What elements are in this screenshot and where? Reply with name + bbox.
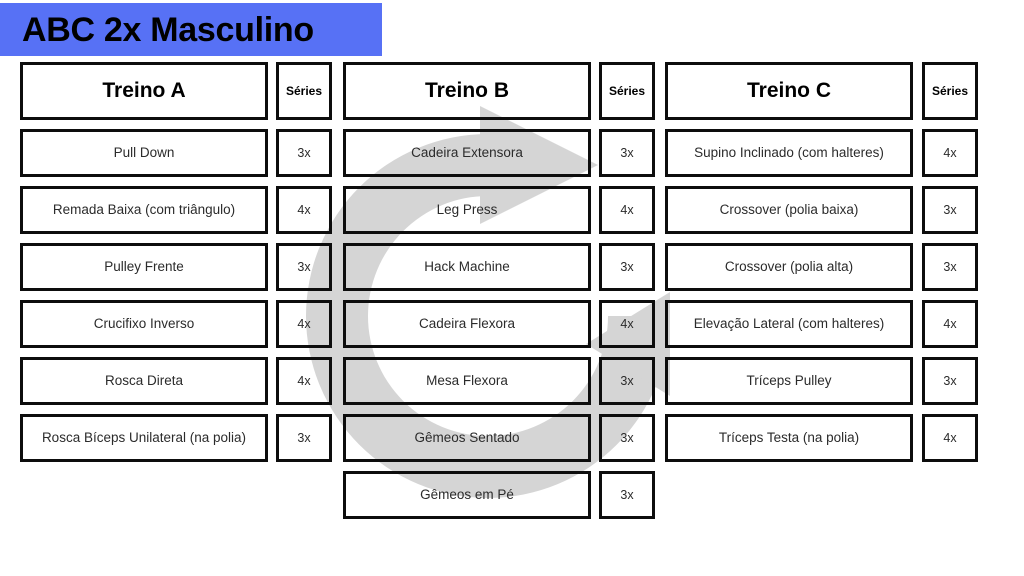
exercise-label: Crossover (polia baixa) (719, 202, 859, 218)
exercise-cell[interactable]: Remada Baixa (com triângulo) (20, 186, 268, 234)
column-title-b: Treino B (424, 79, 509, 102)
exercise-cell[interactable]: Cadeira Extensora (343, 129, 591, 177)
series-header-c: Séries (922, 62, 978, 120)
exercise-cell[interactable]: Gêmeos em Pé (343, 471, 591, 519)
exercise-cell[interactable]: Hack Machine (343, 243, 591, 291)
title-banner: ABC 2x Masculino (0, 3, 382, 56)
series-label: 4x (297, 317, 311, 331)
exercise-label: Supino Inclinado (com halteres) (694, 145, 884, 161)
series-label: 3x (943, 374, 957, 388)
exercise-label: Tríceps Testa (na polia) (718, 430, 860, 446)
series-label: 3x (943, 203, 957, 217)
series-cell[interactable]: 4x (599, 186, 655, 234)
exercise-label: Crossover (polia alta) (724, 259, 854, 275)
workout-column-c: Treino C Supino Inclinado (com halteres)… (665, 62, 913, 471)
series-cell[interactable]: 3x (922, 186, 978, 234)
column-header-b: Treino B (343, 62, 591, 120)
series-cell[interactable]: 3x (276, 243, 332, 291)
workout-tables: Treino A Pull Down Remada Baixa (com tri… (0, 0, 1024, 576)
series-cell[interactable]: 3x (599, 471, 655, 519)
exercise-label: Crucifixo Inverso (93, 316, 195, 332)
series-label: 3x (620, 431, 634, 445)
exercise-cell[interactable]: Crossover (polia baixa) (665, 186, 913, 234)
series-label: 3x (297, 146, 311, 160)
series-label: 4x (620, 203, 634, 217)
exercise-label: Elevação Lateral (com halteres) (693, 316, 885, 332)
exercise-label: Leg Press (436, 202, 498, 218)
exercise-cell[interactable]: Pulley Frente (20, 243, 268, 291)
exercise-cell[interactable]: Tríceps Testa (na polia) (665, 414, 913, 462)
series-header-label: Séries (608, 84, 646, 98)
series-label: 3x (620, 374, 634, 388)
column-title-c: Treino C (746, 79, 831, 102)
series-cell[interactable]: 3x (276, 129, 332, 177)
exercise-label: Rosca Bíceps Unilateral (na polia) (41, 430, 247, 446)
exercise-label: Rosca Direta (104, 373, 184, 389)
series-cell[interactable]: 4x (276, 186, 332, 234)
series-cell[interactable]: 3x (922, 357, 978, 405)
series-label: 3x (297, 431, 311, 445)
exercise-cell[interactable]: Cadeira Flexora (343, 300, 591, 348)
series-header-b: Séries (599, 62, 655, 120)
exercise-label: Pulley Frente (104, 259, 184, 275)
series-column-b: Séries 3x 4x 3x 4x 3x 3x 3x (599, 62, 655, 528)
exercise-cell[interactable]: Rosca Bíceps Unilateral (na polia) (20, 414, 268, 462)
series-cell[interactable]: 4x (922, 129, 978, 177)
exercise-cell[interactable]: Elevação Lateral (com halteres) (665, 300, 913, 348)
series-cell[interactable]: 3x (599, 129, 655, 177)
series-label: 4x (943, 431, 957, 445)
series-column-a: Séries 3x 4x 3x 4x 4x 3x (276, 62, 332, 471)
series-label: 3x (297, 260, 311, 274)
series-label: 3x (620, 146, 634, 160)
series-cell[interactable]: 3x (922, 243, 978, 291)
exercise-label: Mesa Flexora (426, 373, 508, 389)
exercise-cell[interactable]: Mesa Flexora (343, 357, 591, 405)
series-cell[interactable]: 4x (922, 300, 978, 348)
exercise-label: Gêmeos em Pé (420, 487, 514, 503)
exercise-cell[interactable]: Crucifixo Inverso (20, 300, 268, 348)
series-label: 4x (297, 203, 311, 217)
series-label: 3x (620, 260, 634, 274)
exercise-cell[interactable]: Rosca Direta (20, 357, 268, 405)
exercise-label: Pull Down (113, 145, 175, 161)
series-column-c: Séries 4x 3x 3x 4x 3x 4x (922, 62, 978, 471)
exercise-label: Gêmeos Sentado (414, 430, 520, 446)
exercise-cell[interactable]: Crossover (polia alta) (665, 243, 913, 291)
series-label: 4x (943, 146, 957, 160)
column-title-a: Treino A (102, 79, 186, 102)
exercise-cell[interactable]: Pull Down (20, 129, 268, 177)
page-title: ABC 2x Masculino (22, 10, 314, 49)
exercise-cell[interactable]: Gêmeos Sentado (343, 414, 591, 462)
series-label: 3x (620, 488, 634, 502)
series-label: 4x (620, 317, 634, 331)
series-header-label: Séries (931, 84, 969, 98)
exercise-label: Tríceps Pulley (746, 373, 832, 389)
exercise-cell[interactable]: Tríceps Pulley (665, 357, 913, 405)
series-cell[interactable]: 4x (276, 300, 332, 348)
workout-column-b: Treino B Cadeira Extensora Leg Press Hac… (343, 62, 591, 528)
series-cell[interactable]: 3x (276, 414, 332, 462)
series-cell[interactable]: 4x (599, 300, 655, 348)
series-cell[interactable]: 3x (599, 357, 655, 405)
exercise-cell[interactable]: Leg Press (343, 186, 591, 234)
column-header-a: Treino A (20, 62, 268, 120)
exercise-label: Remada Baixa (com triângulo) (52, 202, 236, 218)
series-label: 4x (943, 317, 957, 331)
series-cell[interactable]: 3x (599, 243, 655, 291)
column-header-c: Treino C (665, 62, 913, 120)
exercise-cell[interactable]: Supino Inclinado (com halteres) (665, 129, 913, 177)
workout-column-a: Treino A Pull Down Remada Baixa (com tri… (20, 62, 268, 471)
workout-plan-page: ABC 2x Masculino Treino A Pull Down Rema… (0, 0, 1024, 576)
exercise-label: Cadeira Flexora (418, 316, 516, 332)
series-header-a: Séries (276, 62, 332, 120)
exercise-label: Hack Machine (424, 259, 510, 275)
series-cell[interactable]: 3x (599, 414, 655, 462)
series-label: 4x (297, 374, 311, 388)
series-label: 3x (943, 260, 957, 274)
exercise-label: Cadeira Extensora (411, 145, 523, 161)
series-header-label: Séries (285, 84, 323, 98)
series-cell[interactable]: 4x (922, 414, 978, 462)
series-cell[interactable]: 4x (276, 357, 332, 405)
